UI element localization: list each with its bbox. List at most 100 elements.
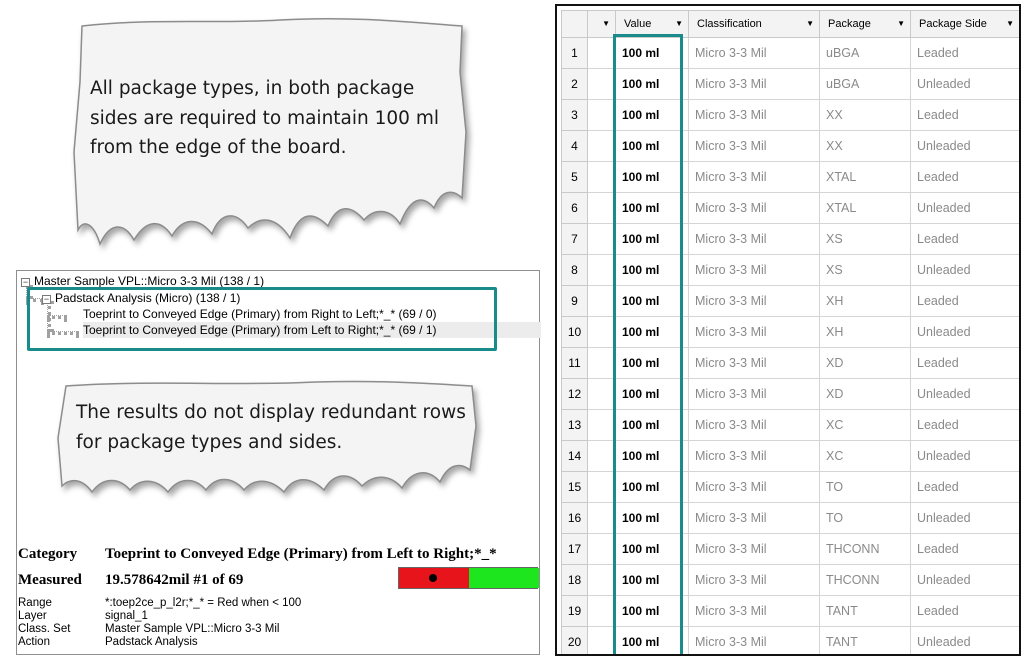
row-number[interactable]: 15: [561, 471, 588, 503]
row-number[interactable]: 8: [561, 254, 588, 286]
package-cell[interactable]: uBGA: [819, 68, 911, 100]
package-side-cell[interactable]: Unleaded: [910, 378, 1019, 410]
row-number[interactable]: 9: [561, 285, 588, 317]
row-number[interactable]: 14: [561, 440, 588, 472]
row-selector-cell[interactable]: [587, 254, 616, 286]
row-number[interactable]: 5: [561, 161, 588, 193]
package-side-cell[interactable]: Leaded: [910, 595, 1019, 627]
row-selector-cell[interactable]: [587, 161, 616, 193]
row-number[interactable]: 3: [561, 99, 588, 131]
package-side-cell[interactable]: Unleaded: [910, 254, 1019, 286]
package-cell[interactable]: TO: [819, 471, 911, 503]
row-number[interactable]: 17: [561, 533, 588, 565]
package-side-cell[interactable]: Leaded: [910, 409, 1019, 441]
row-selector-cell[interactable]: [587, 378, 616, 410]
package-side-cell[interactable]: Leaded: [910, 161, 1019, 193]
row-selector-cell[interactable]: [587, 502, 616, 534]
package-side-cell[interactable]: Leaded: [910, 471, 1019, 503]
classification-cell[interactable]: Micro 3-3 Mil: [688, 378, 820, 410]
row-number[interactable]: 2: [561, 68, 588, 100]
classification-cell[interactable]: Micro 3-3 Mil: [688, 223, 820, 255]
classification-cell[interactable]: Micro 3-3 Mil: [688, 130, 820, 162]
package-side-cell[interactable]: Leaded: [910, 99, 1019, 131]
package-side-cell[interactable]: Unleaded: [910, 502, 1019, 534]
row-number[interactable]: 13: [561, 409, 588, 441]
column-header-package-side[interactable]: Package Side ▼: [910, 10, 1019, 38]
package-cell[interactable]: XTAL: [819, 161, 911, 193]
row-selector-cell[interactable]: [587, 564, 616, 596]
row-number[interactable]: 11: [561, 347, 588, 379]
classification-cell[interactable]: Micro 3-3 Mil: [688, 254, 820, 286]
package-cell[interactable]: XC: [819, 440, 911, 472]
package-side-cell[interactable]: Leaded: [910, 285, 1019, 317]
classification-cell[interactable]: Micro 3-3 Mil: [688, 37, 820, 69]
package-side-cell[interactable]: Unleaded: [910, 192, 1019, 224]
package-side-cell[interactable]: Leaded: [910, 37, 1019, 69]
row-number[interactable]: 1: [561, 37, 588, 69]
classification-cell[interactable]: Micro 3-3 Mil: [688, 347, 820, 379]
classification-cell[interactable]: Micro 3-3 Mil: [688, 68, 820, 100]
row-selector-cell[interactable]: [587, 68, 616, 100]
package-cell[interactable]: XS: [819, 223, 911, 255]
classification-cell[interactable]: Micro 3-3 Mil: [688, 564, 820, 596]
package-side-cell[interactable]: Unleaded: [910, 130, 1019, 162]
classification-cell[interactable]: Micro 3-3 Mil: [688, 502, 820, 534]
classification-cell[interactable]: Micro 3-3 Mil: [688, 533, 820, 565]
package-cell[interactable]: TO: [819, 502, 911, 534]
row-selector-cell[interactable]: [587, 37, 616, 69]
package-side-cell[interactable]: Leaded: [910, 533, 1019, 565]
dropdown-icon[interactable]: ▼: [1006, 19, 1014, 28]
package-side-cell[interactable]: Unleaded: [910, 626, 1019, 654]
row-number[interactable]: 20: [561, 626, 588, 654]
column-header-classification[interactable]: Classification ▼: [688, 10, 820, 38]
column-header-package[interactable]: Package ▼: [819, 10, 911, 38]
package-cell[interactable]: XH: [819, 316, 911, 348]
classification-cell[interactable]: Micro 3-3 Mil: [688, 99, 820, 131]
row-selector-cell[interactable]: [587, 409, 616, 441]
classification-cell[interactable]: Micro 3-3 Mil: [688, 626, 820, 654]
dropdown-icon[interactable]: ▼: [602, 19, 610, 28]
package-side-cell[interactable]: Unleaded: [910, 68, 1019, 100]
package-cell[interactable]: TANT: [819, 595, 911, 627]
package-side-cell[interactable]: Unleaded: [910, 440, 1019, 472]
collapse-icon[interactable]: −: [21, 278, 30, 287]
package-cell[interactable]: XX: [819, 99, 911, 131]
classification-cell[interactable]: Micro 3-3 Mil: [688, 192, 820, 224]
dropdown-icon[interactable]: ▼: [897, 19, 905, 28]
package-cell[interactable]: XD: [819, 347, 911, 379]
package-cell[interactable]: XX: [819, 130, 911, 162]
package-cell[interactable]: XC: [819, 409, 911, 441]
row-selector-cell[interactable]: [587, 99, 616, 131]
row-number[interactable]: 6: [561, 192, 588, 224]
package-cell[interactable]: uBGA: [819, 37, 911, 69]
classification-cell[interactable]: Micro 3-3 Mil: [688, 285, 820, 317]
row-selector-cell[interactable]: [587, 316, 616, 348]
classification-cell[interactable]: Micro 3-3 Mil: [688, 595, 820, 627]
package-cell[interactable]: XH: [819, 285, 911, 317]
classification-cell[interactable]: Micro 3-3 Mil: [688, 440, 820, 472]
dropdown-icon[interactable]: ▼: [806, 19, 814, 28]
column-header-select[interactable]: ▼: [587, 10, 616, 38]
row-number[interactable]: 16: [561, 502, 588, 534]
row-selector-cell[interactable]: [587, 192, 616, 224]
row-selector-cell[interactable]: [587, 595, 616, 627]
row-selector-cell[interactable]: [587, 223, 616, 255]
package-cell[interactable]: TANT: [819, 626, 911, 654]
package-side-cell[interactable]: Unleaded: [910, 564, 1019, 596]
row-number[interactable]: 19: [561, 595, 588, 627]
package-cell[interactable]: THCONN: [819, 564, 911, 596]
row-number[interactable]: 18: [561, 564, 588, 596]
row-number[interactable]: 10: [561, 316, 588, 348]
classification-cell[interactable]: Micro 3-3 Mil: [688, 409, 820, 441]
package-cell[interactable]: XTAL: [819, 192, 911, 224]
package-cell[interactable]: XS: [819, 254, 911, 286]
row-selector-cell[interactable]: [587, 130, 616, 162]
package-side-cell[interactable]: Leaded: [910, 347, 1019, 379]
row-selector-cell[interactable]: [587, 285, 616, 317]
package-side-cell[interactable]: Leaded: [910, 223, 1019, 255]
package-cell[interactable]: THCONN: [819, 533, 911, 565]
row-number[interactable]: 7: [561, 223, 588, 255]
classification-cell[interactable]: Micro 3-3 Mil: [688, 161, 820, 193]
row-selector-cell[interactable]: [587, 440, 616, 472]
row-number[interactable]: 4: [561, 130, 588, 162]
